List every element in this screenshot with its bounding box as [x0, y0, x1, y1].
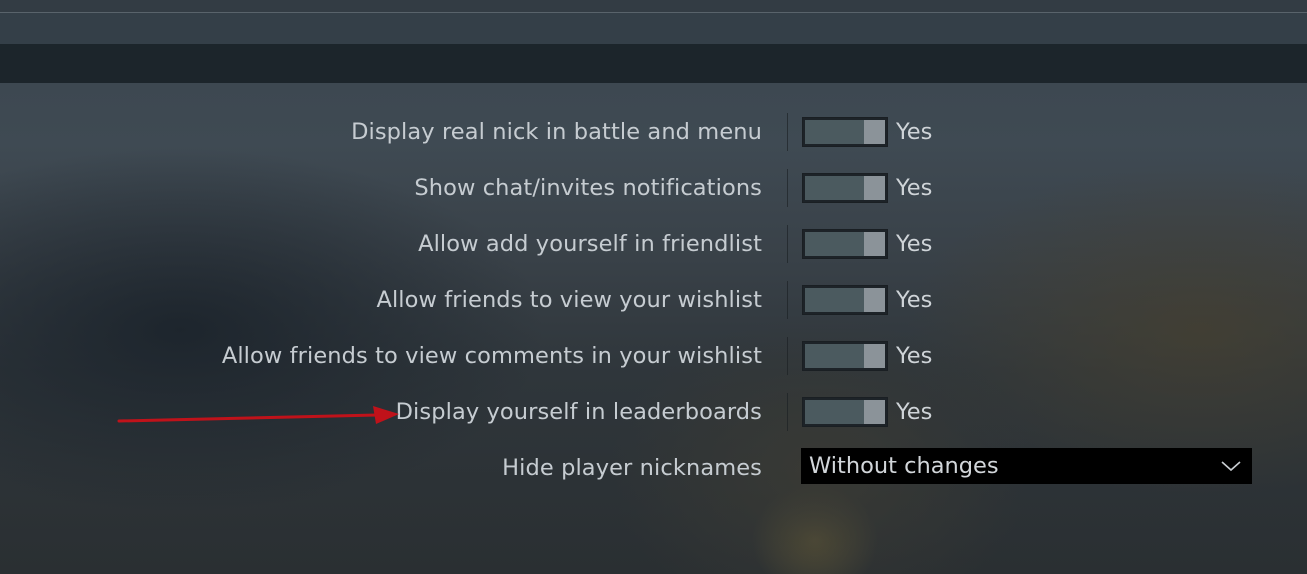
toggle-value: Yes — [896, 399, 933, 425]
toggle-track — [805, 120, 864, 144]
toggle-value: Yes — [896, 175, 933, 201]
row-divider — [787, 281, 788, 319]
toggle-knob[interactable] — [864, 176, 885, 200]
red-arrow-icon — [117, 406, 399, 424]
setting-row-display-real-nick: Display real nick in battle and menu Yes — [0, 107, 1307, 157]
toggle-track — [805, 400, 864, 424]
row-divider — [787, 169, 788, 207]
toggle-switch[interactable] — [802, 117, 888, 147]
toggle-track — [805, 232, 864, 256]
setting-label: Display real nick in battle and menu — [351, 119, 762, 145]
toggle-track — [805, 288, 864, 312]
setting-label: Allow add yourself in friendlist — [418, 231, 762, 257]
setting-label: Show chat/invites notifications — [414, 175, 762, 201]
setting-row-allow-friendlist: Allow add yourself in friendlist Yes — [0, 219, 1307, 269]
toggle-switch[interactable] — [802, 229, 888, 259]
setting-row-wishlist-view: Allow friends to view your wishlist Yes — [0, 275, 1307, 325]
toggle-knob[interactable] — [864, 120, 885, 144]
toggle-switch[interactable] — [802, 285, 888, 315]
toggle-value: Yes — [896, 287, 933, 313]
setting-label: Allow friends to view your wishlist — [376, 287, 762, 313]
setting-label: Allow friends to view comments in your w… — [221, 343, 762, 369]
row-divider — [787, 113, 788, 151]
toggle-knob[interactable] — [864, 400, 885, 424]
top-bar — [0, 0, 1307, 13]
game-settings-screen: Display real nick in battle and menu Yes… — [0, 0, 1307, 574]
toggle-knob[interactable] — [864, 288, 885, 312]
nickname-visibility-dropdown[interactable]: Without changes — [801, 448, 1252, 484]
toggle-value: Yes — [896, 343, 933, 369]
toggle-knob[interactable] — [864, 232, 885, 256]
toggle-track — [805, 176, 864, 200]
chevron-down-icon — [1221, 461, 1241, 472]
toggle-switch[interactable] — [802, 397, 888, 427]
row-divider — [787, 225, 788, 263]
toggle-value: Yes — [896, 231, 933, 257]
row-divider — [787, 393, 788, 431]
setting-label: Display yourself in leaderboards — [395, 399, 762, 425]
dropdown-selected-value: Without changes — [809, 453, 999, 479]
setting-row-chat-notifications: Show chat/invites notifications Yes — [0, 163, 1307, 213]
toggle-track — [805, 344, 864, 368]
setting-label: Hide player nicknames — [502, 455, 762, 481]
setting-row-hide-nicknames: Hide player nicknames Without changes — [0, 443, 1307, 493]
toggle-knob[interactable] — [864, 344, 885, 368]
row-divider — [787, 337, 788, 375]
toggle-switch[interactable] — [802, 341, 888, 371]
top-bar-spacer — [0, 13, 1307, 44]
toggle-switch[interactable] — [802, 173, 888, 203]
setting-row-wishlist-comments: Allow friends to view comments in your w… — [0, 331, 1307, 381]
toggle-value: Yes — [896, 119, 933, 145]
section-header-band — [0, 44, 1307, 83]
